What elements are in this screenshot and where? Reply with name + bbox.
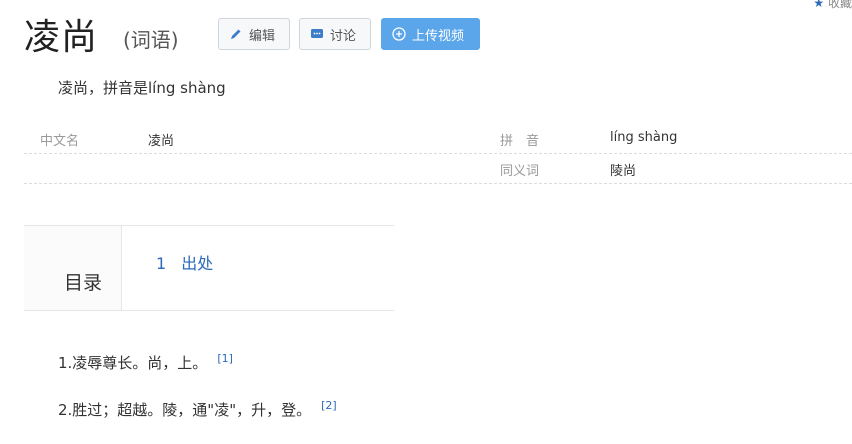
plus-circle-icon — [392, 27, 406, 41]
reference-link[interactable]: [1] — [217, 352, 233, 365]
toc-title: 目录 — [64, 272, 103, 294]
edit-label: 编辑 — [249, 28, 276, 44]
reference-link[interactable]: [2] — [321, 399, 337, 412]
definition-item: 2.胜过；超越。陵，通"凌"，升，登。 [2] — [58, 399, 337, 420]
definition-text: 2.胜过；超越。陵，通"凌"，升，登。 — [58, 401, 312, 419]
info-label: 中文名 — [40, 134, 80, 149]
basic-info-row: 中文名 凌尚 拼 音 líng shàng — [24, 123, 852, 154]
page-subtitle: (词语) — [123, 28, 179, 52]
page-title: 凌尚 — [24, 17, 99, 58]
discuss-button[interactable]: 讨论 — [299, 18, 371, 50]
basic-info-row: 同义词 陵尚 — [24, 153, 852, 184]
info-label: 拼 音 — [500, 134, 540, 149]
favorite-label: 收藏 — [827, 0, 852, 10]
discuss-label: 讨论 — [330, 28, 357, 44]
toc-item-label: 出处 — [181, 254, 214, 273]
toc-item[interactable]: 1 出处 — [156, 250, 213, 274]
table-of-contents: 目录 1 出处 — [24, 225, 394, 311]
upload-video-button[interactable]: 上传视频 — [381, 18, 480, 50]
pencil-icon — [231, 29, 241, 39]
definition-text: 1.凌辱尊长。尚，上。 — [58, 354, 208, 372]
info-value: líng shàng — [610, 130, 678, 145]
toc-list: 1 出处 — [122, 226, 394, 310]
toc-item-number: 1 — [156, 254, 167, 273]
summary-text: 凌尚，拼音是líng shàng — [58, 79, 226, 97]
info-value: 凌尚 — [148, 134, 175, 149]
definition-item: 1.凌辱尊长。尚，上。 [1] — [58, 352, 233, 373]
comment-icon — [311, 29, 323, 38]
info-label: 同义词 — [500, 164, 540, 179]
favorite-link[interactable]: ★ 收藏 — [813, 0, 852, 11]
upload-video-label: 上传视频 — [412, 28, 465, 44]
edit-button[interactable]: 编辑 — [218, 18, 290, 50]
info-value: 陵尚 — [610, 164, 637, 179]
star-icon: ★ — [813, 0, 825, 10]
